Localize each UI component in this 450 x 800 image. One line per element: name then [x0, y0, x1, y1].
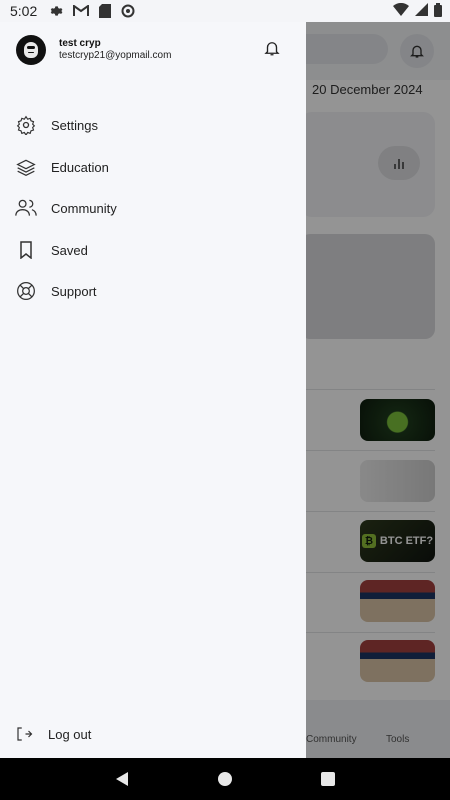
menu-item-education[interactable]: Education: [14, 154, 109, 180]
menu-item-label: Saved: [51, 242, 88, 258]
user-email: testcryp21@yopmail.com: [59, 50, 172, 61]
back-icon[interactable]: [113, 770, 131, 788]
no-sync-icon: [121, 4, 135, 18]
menu-item-settings[interactable]: Settings: [14, 112, 98, 138]
user-profile[interactable]: test cryp testcryp21@yopmail.com: [16, 34, 296, 66]
status-time: 5:02: [10, 3, 38, 19]
settings-icon: [14, 113, 38, 137]
logout-label: Log out: [48, 726, 92, 742]
lifebuoy-icon: [14, 279, 38, 303]
bookmark-icon: [14, 238, 38, 262]
users-icon: [14, 196, 38, 220]
menu-item-label: Settings: [51, 117, 98, 133]
gear-icon: [49, 4, 63, 18]
signal-icon: [415, 3, 428, 19]
wifi-icon: [393, 2, 409, 19]
menu-item-support[interactable]: Support: [14, 278, 97, 304]
logout-icon: [14, 724, 34, 744]
layers-icon: [14, 155, 38, 179]
menu-item-saved[interactable]: Saved: [14, 237, 88, 263]
navigation-drawer: test cryp testcryp21@yopmail.com Setting…: [0, 22, 306, 758]
menu-item-label: Community: [51, 200, 117, 216]
gmail-icon: [73, 5, 90, 17]
menu-item-label: Education: [51, 159, 109, 175]
user-name: test cryp: [59, 38, 101, 49]
recents-icon[interactable]: [319, 770, 337, 788]
sd-card-icon: [99, 4, 112, 18]
battery-icon: [434, 2, 442, 20]
home-icon[interactable]: [216, 770, 234, 788]
system-navigation-bar: [0, 758, 450, 800]
notification-bell-icon[interactable]: [262, 38, 282, 58]
logout-button[interactable]: Log out: [14, 722, 91, 746]
avatar: [16, 35, 46, 65]
menu-item-community[interactable]: Community: [14, 195, 117, 221]
menu-item-label: Support: [51, 283, 97, 299]
status-bar: 5:02: [0, 0, 450, 22]
